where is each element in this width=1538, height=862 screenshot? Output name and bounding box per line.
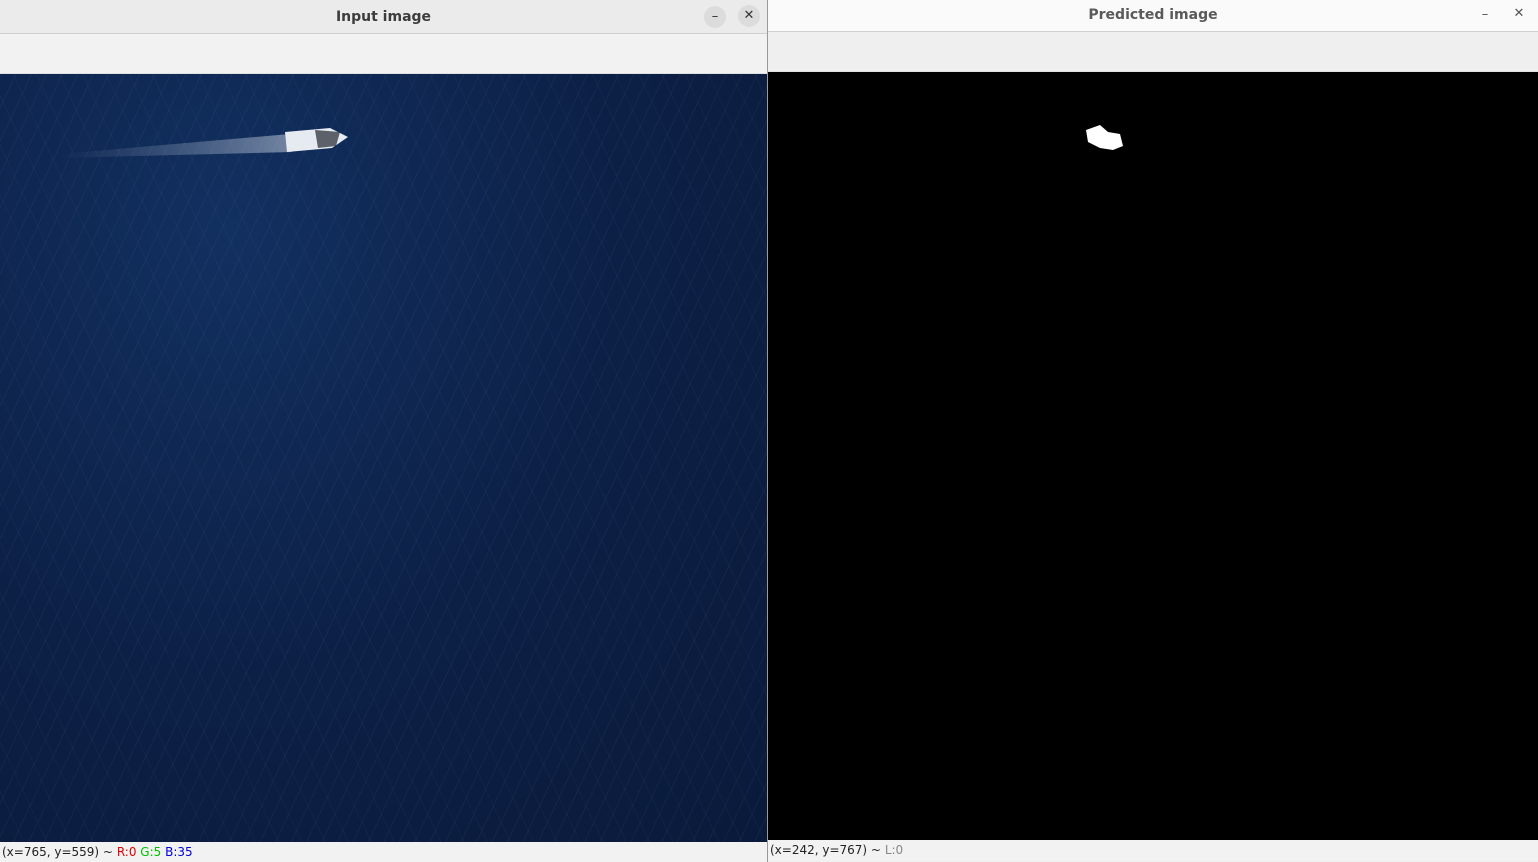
titlebar[interactable]: Predicted image – ✕ (768, 0, 1538, 32)
mask-blob (1086, 125, 1123, 150)
window-title: Predicted image (1088, 7, 1218, 23)
label-value: L:0 (884, 843, 904, 857)
segmentation-mask (1086, 125, 1123, 150)
cursor-coords: (x=242, y=767) ~ (770, 843, 881, 857)
ship-wake (60, 134, 292, 158)
status-bar: (x=242, y=767) ~ L:0 (768, 840, 1538, 860)
ship-deck (315, 130, 340, 148)
green-value: G:5 (140, 845, 162, 859)
red-value: R:0 (116, 845, 137, 859)
toolbar (0, 34, 767, 74)
predicted-image-canvas[interactable] (768, 72, 1538, 840)
window-title: Input image (335, 9, 432, 25)
titlebar[interactable]: Input image – ✕ (0, 0, 767, 34)
status-bar: (x=765, y=559) ~ R:0 G:5 B:35 (0, 842, 767, 862)
close-icon[interactable]: ✕ (738, 5, 760, 27)
ship-image (60, 128, 348, 158)
toolbar (768, 32, 1538, 72)
blue-value: B:35 (165, 845, 193, 859)
minimize-icon[interactable]: – (1474, 4, 1496, 26)
close-icon[interactable]: ✕ (1508, 3, 1530, 25)
cursor-coords: (x=765, y=559) ~ (2, 845, 113, 859)
minimize-icon[interactable]: – (704, 6, 726, 28)
predicted-image-window: Predicted image – ✕ (x=242, y=767) ~ L:0 (768, 0, 1538, 862)
input-image-canvas[interactable] (0, 74, 767, 842)
input-image-window: Input image – ✕ (x=765, y=559) ~ R:0 G:5… (0, 0, 768, 862)
